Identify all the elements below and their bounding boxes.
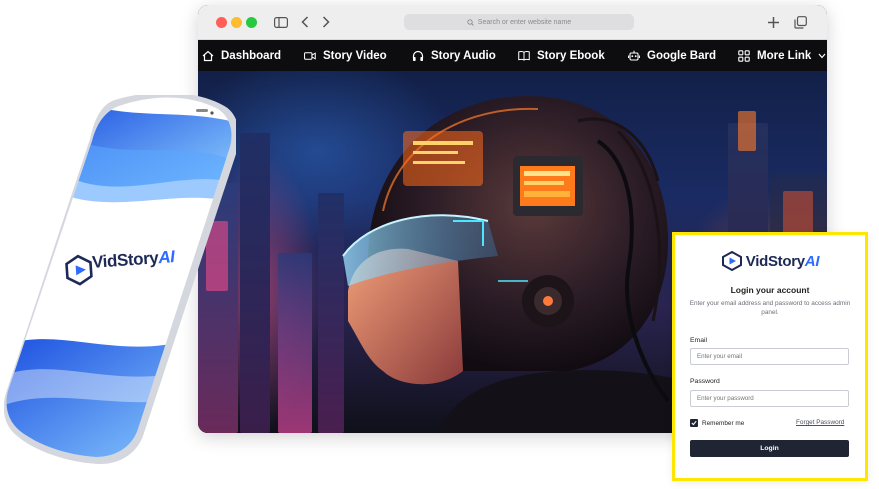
- address-bar[interactable]: Search or enter website name: [404, 14, 634, 30]
- email-field[interactable]: [690, 348, 849, 365]
- remember-me-label: Remember me: [702, 419, 745, 427]
- headphones-icon: [412, 50, 424, 62]
- login-button[interactable]: Login: [690, 440, 849, 457]
- book-open-icon: [518, 50, 530, 62]
- maximize-window-button[interactable]: [246, 17, 257, 28]
- nav-story-video[interactable]: Story Video: [304, 40, 387, 71]
- nav-story-ebook[interactable]: Story Ebook: [518, 40, 605, 71]
- nav-more-link-label: More Link: [757, 49, 812, 62]
- address-placeholder: Search or enter website name: [477, 18, 572, 26]
- nav-dashboard[interactable]: Dashboard: [202, 40, 281, 71]
- back-arrow-icon[interactable]: [298, 13, 312, 31]
- vidstory-logo-icon: [721, 251, 742, 271]
- login-brand-name: VidStory: [745, 252, 805, 270]
- forgot-password-link[interactable]: Forget Password: [796, 419, 844, 426]
- nav-story-ebook-label: Story Ebook: [537, 49, 605, 62]
- video-camera-icon: [304, 50, 316, 62]
- nav-story-audio[interactable]: Story Audio: [412, 40, 496, 71]
- login-brand-suffix: AI: [804, 252, 820, 270]
- close-window-button[interactable]: [216, 17, 227, 28]
- nav-story-video-label: Story Video: [323, 49, 387, 62]
- promo-stage: Search or enter website name Dashboard S…: [0, 0, 879, 489]
- phone-brand-suffix: AI: [157, 247, 176, 268]
- home-icon: [202, 50, 214, 62]
- nav-dashboard-label: Dashboard: [221, 49, 282, 62]
- forward-arrow-icon[interactable]: [319, 13, 333, 31]
- remember-me[interactable]: Remember me: [690, 419, 744, 427]
- browser-toolbar: Search or enter website name: [198, 5, 827, 40]
- top-nav: Dashboard Story Video Story Audio Story …: [198, 40, 827, 71]
- chevron-down-icon: [818, 53, 826, 58]
- login-card: VidStoryAI Login your account Enter your…: [672, 232, 868, 481]
- email-label: Email: [690, 337, 707, 344]
- minimize-window-button[interactable]: [231, 17, 242, 28]
- robot-icon: [628, 50, 640, 62]
- login-subtitle: Enter your email address and password to…: [689, 300, 851, 316]
- nav-google-bard-label: Google Bard: [647, 49, 717, 62]
- check-icon: [691, 420, 697, 426]
- nav-google-bard[interactable]: Google Bard: [628, 40, 716, 71]
- nav-story-audio-label: Story Audio: [431, 49, 496, 62]
- password-label: Password: [690, 378, 720, 385]
- grid-icon: [738, 49, 750, 62]
- login-brand-logo: VidStoryAI: [675, 251, 865, 271]
- remember-me-checkbox[interactable]: [690, 419, 698, 427]
- tab-overview-icon[interactable]: [792, 13, 808, 31]
- search-icon: [467, 18, 474, 26]
- phone-mockup: [4, 95, 236, 465]
- password-field[interactable]: [690, 390, 849, 407]
- nav-more-link[interactable]: More Link: [738, 40, 826, 71]
- login-title: Login your account: [730, 285, 810, 295]
- sidebar-toggle-icon[interactable]: [272, 13, 290, 31]
- login-brand-text: VidStoryAI: [745, 252, 820, 270]
- new-tab-icon[interactable]: [765, 13, 781, 31]
- phone-brand-name: VidStory: [91, 248, 159, 272]
